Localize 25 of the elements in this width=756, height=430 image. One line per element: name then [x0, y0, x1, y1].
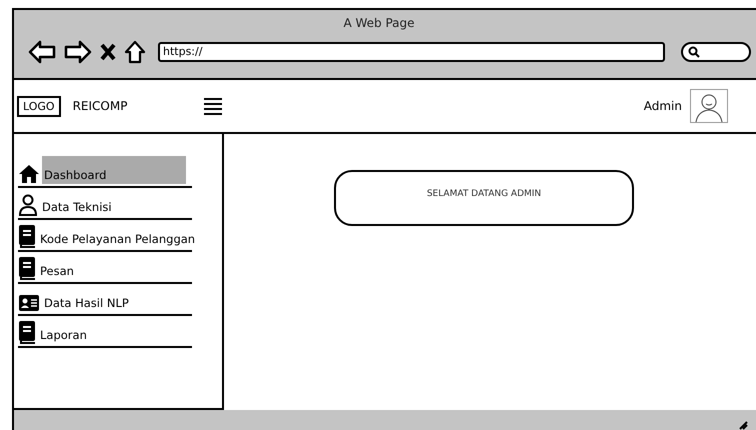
logo: LOGO: [17, 96, 61, 116]
back-icon[interactable]: [28, 40, 56, 64]
url-field[interactable]: https://: [158, 42, 665, 62]
sidebar-item[interactable]: Kode Pelayanan Pelanggan: [38, 228, 198, 248]
book-icon: [18, 256, 36, 280]
sidebar-item[interactable]: Dashboard: [42, 156, 186, 184]
id-card-icon: [18, 294, 40, 312]
menu-icon[interactable]: [203, 97, 224, 115]
sidebar-item[interactable]: Data Teknisi: [40, 196, 114, 216]
sidebar-item[interactable]: Laporan: [38, 324, 89, 344]
book-icon: [18, 224, 36, 248]
book-icon: [18, 320, 36, 344]
close-icon[interactable]: [100, 43, 116, 61]
search-icon: [688, 46, 700, 58]
person-icon: [18, 194, 38, 216]
sidebar-item[interactable]: Data Hasil NLP: [42, 292, 131, 312]
user-name: Admin: [644, 99, 682, 113]
forward-icon[interactable]: [64, 40, 92, 64]
search-field[interactable]: [681, 42, 751, 62]
welcome-banner: SELAMAT DATANG ADMIN: [334, 170, 634, 226]
avatar-icon[interactable]: [690, 89, 728, 123]
window-title: A Web Page: [342, 16, 416, 30]
resize-grip-icon[interactable]: [738, 420, 748, 430]
sidebar-item[interactable]: Pesan: [38, 260, 76, 280]
brand-name: REICOMP: [72, 99, 128, 113]
